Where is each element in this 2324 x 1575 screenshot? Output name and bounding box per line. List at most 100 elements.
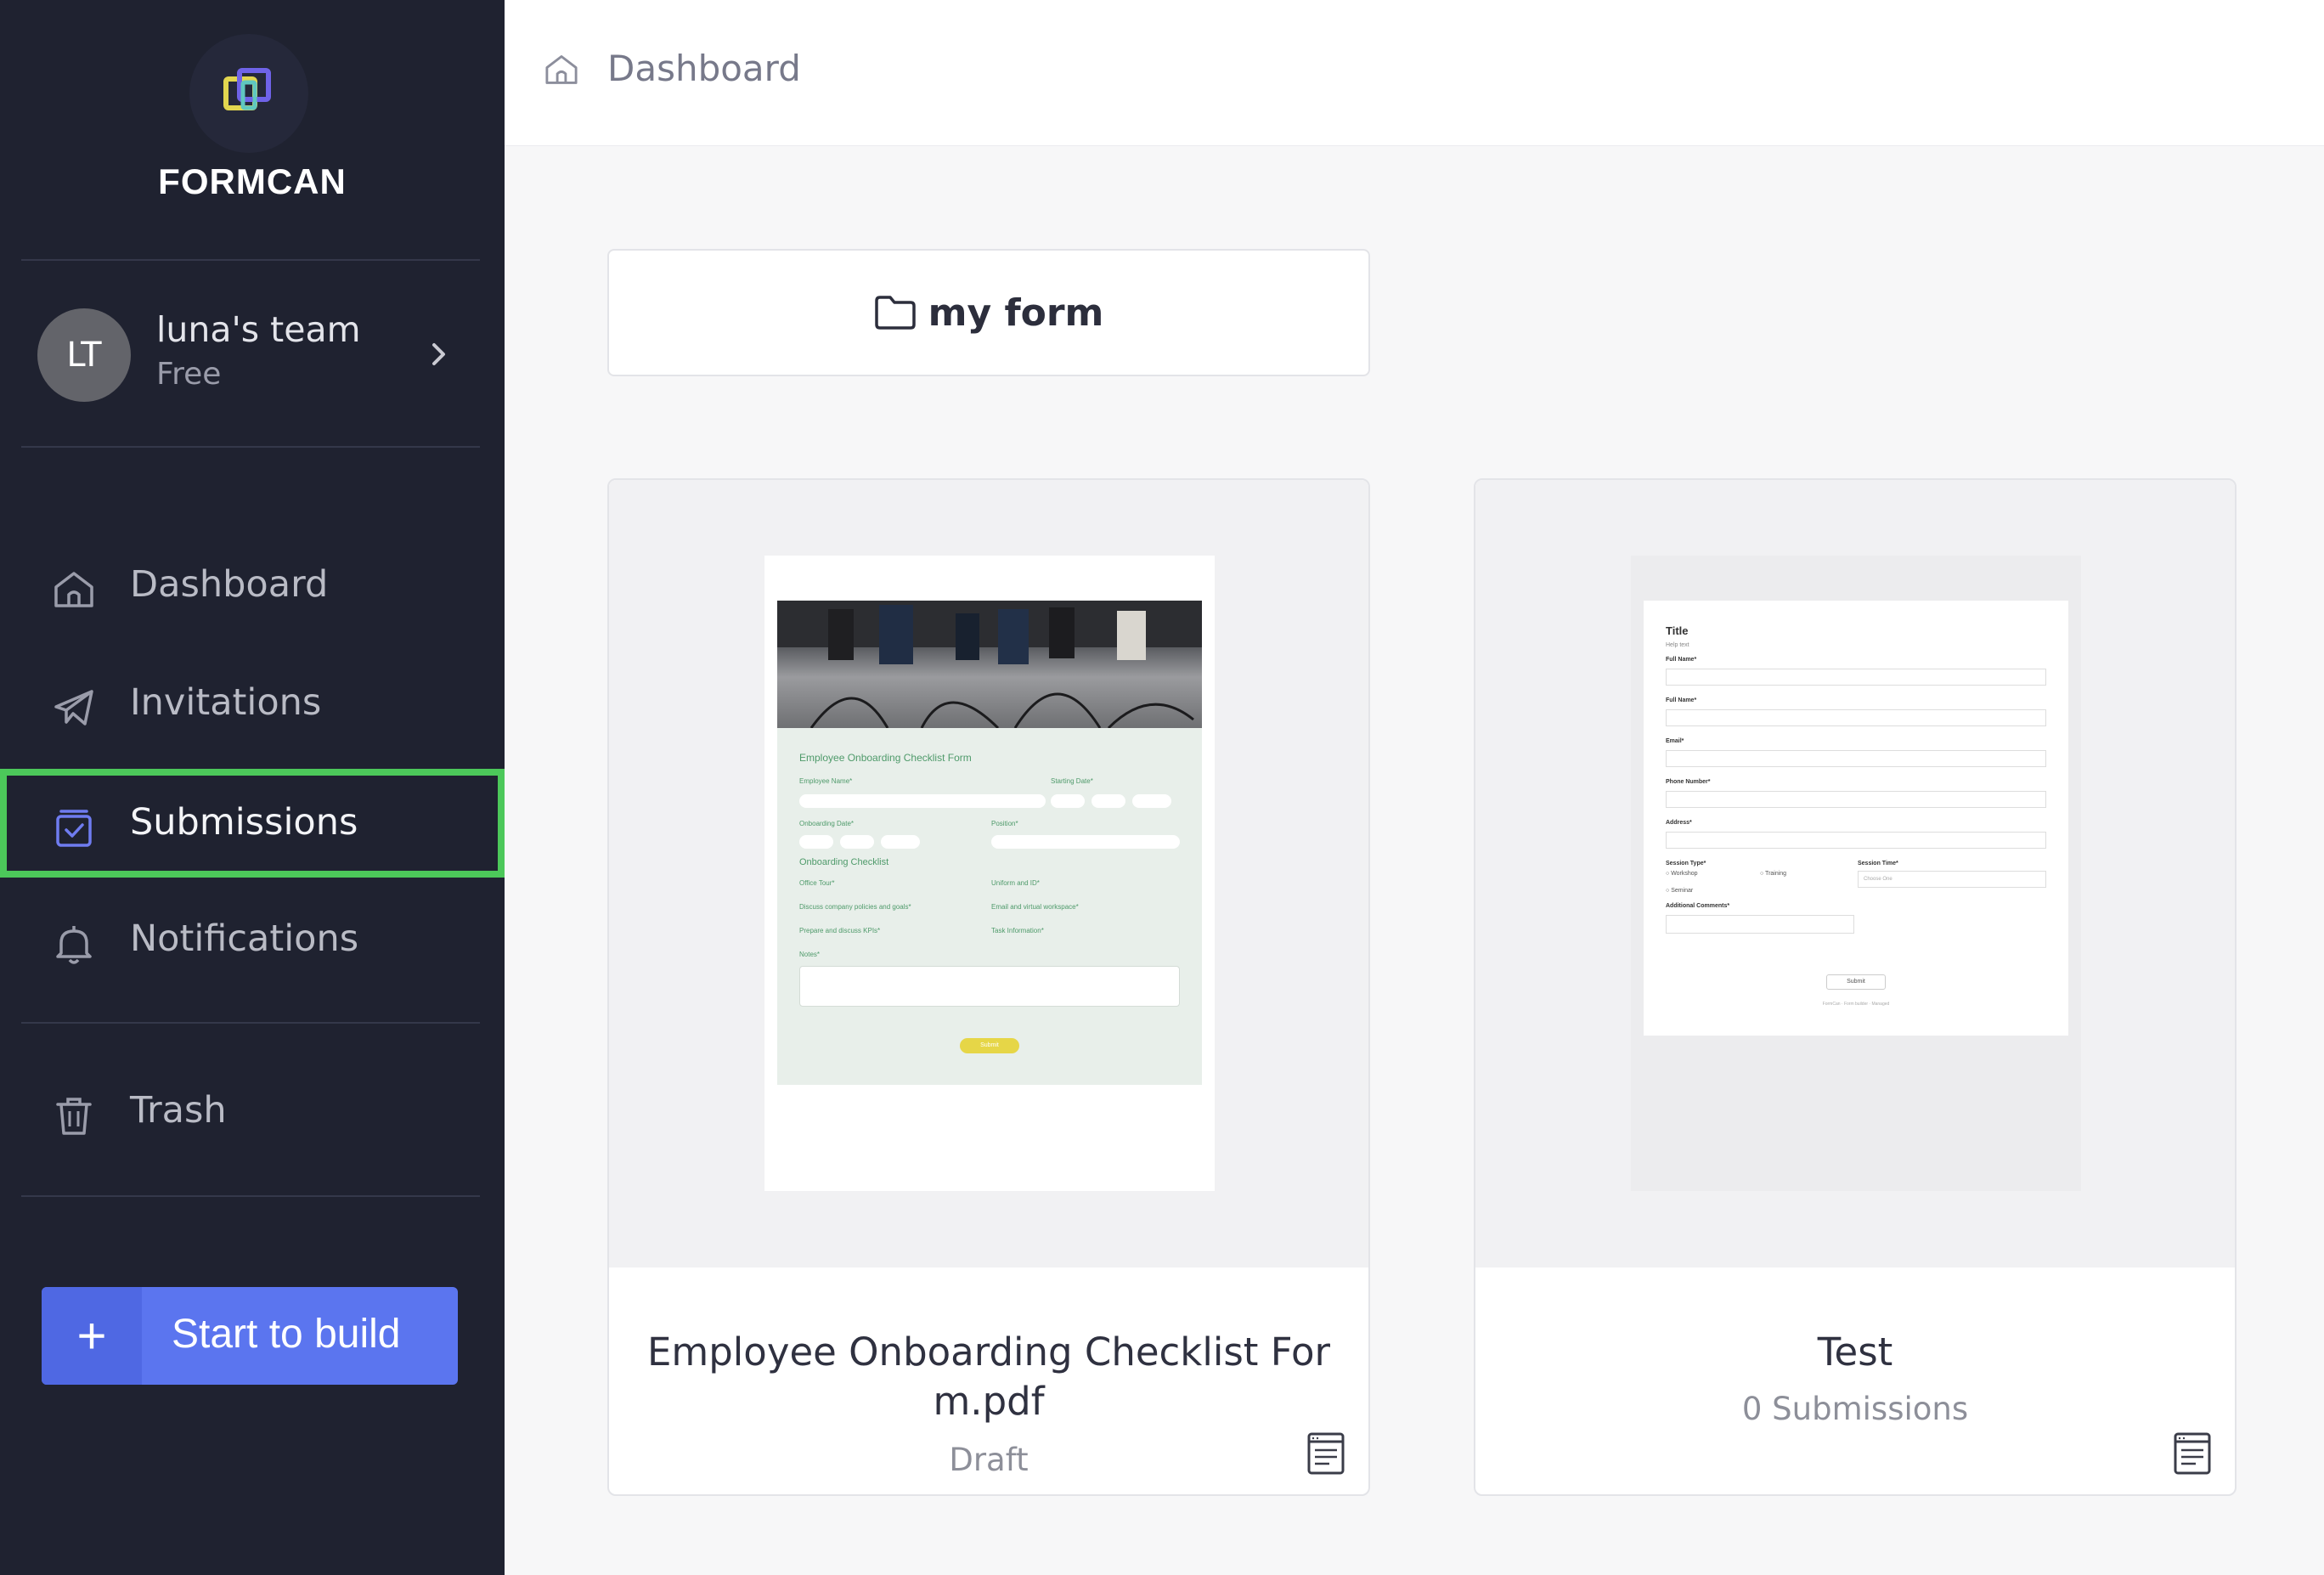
preview-form-body: Title Help text Full Name* Full Name* Em… [1644,601,2068,1036]
preview-check-item: Discuss company policies and goals* [799,903,911,911]
breadcrumb[interactable]: Dashboard [607,48,801,89]
paper-plane-icon [54,690,93,725]
preview-input [1666,750,2046,767]
start-to-build-button[interactable]: + Start to build [42,1287,458,1385]
preview-submit-button: Submit [1826,974,1886,990]
preview-field-label: Additional Comments* [1666,903,1730,909]
preview-input [1051,794,1085,808]
preview-input [1132,794,1171,808]
divider [21,259,480,261]
preview-input [799,835,833,849]
folder-label: my form [928,291,1104,335]
preview-field-label: Full Name* [1666,697,1697,703]
preview-input [991,835,1180,849]
sidebar-item-dashboard[interactable]: Dashboard [0,531,505,640]
folder-icon [874,296,916,330]
preview-input [1666,915,1854,934]
document-icon[interactable] [1306,1431,1346,1476]
form-preview[interactable]: Title Help text Full Name* Full Name* Em… [1475,480,2235,1267]
preview-radio: ○ Workshop [1666,871,1698,877]
preview-field-label: Full Name* [1666,657,1697,663]
form-card[interactable]: Title Help text Full Name* Full Name* Em… [1474,478,2237,1496]
inbox-check-icon [56,810,92,847]
sidebar: FORMCAN LT luna's team Free Dashboard In… [0,0,505,1575]
top-bar: Dashboard [505,0,2324,146]
preview-section-title: Onboarding Checklist [799,857,889,867]
preview-check-item: Office Tour* [799,879,835,887]
preview-field-label: Phone Number* [1666,779,1711,785]
divider [21,1195,480,1197]
team-name: luna's team [156,309,361,350]
form-title[interactable]: Employee Onboarding Checklist For m.pdf [635,1328,1343,1426]
preview-radio: ○ Seminar [1666,888,1694,894]
sidebar-item-trash[interactable]: Trash [0,1057,505,1166]
brand-name: FORMCAN [158,161,347,201]
sidebar-item-submissions[interactable]: Submissions [0,769,505,878]
preview-photo [777,601,1202,728]
form-status: Draft [949,1442,1029,1478]
home-icon [545,55,578,84]
sidebar-item-label: Trash [130,1089,227,1132]
sidebar-item-label: Dashboard [130,563,329,606]
form-preview[interactable]: Employee Onboarding Checklist Form Emplo… [609,480,1368,1267]
preview-field-label: Position* [991,820,1018,827]
team-switcher[interactable]: LT luna's team Free [37,306,479,408]
preview-input [1666,832,2046,849]
preview-textarea [799,966,1180,1007]
preview-input [881,835,920,849]
preview-input [1666,791,2046,808]
preview-field-label: Email* [1666,738,1684,744]
team-plan: Free [156,357,222,392]
preview-footer: FormCan · Form builder · Managed [1822,1002,1890,1007]
preview-input [1666,709,2046,726]
preview-input [799,794,1046,808]
preview-field-label: Session Type* [1666,861,1706,867]
preview-check-item: Email and virtual workspace* [991,903,1079,911]
preview-input [1091,794,1125,808]
preview-radio: ○ Training [1760,871,1787,877]
preview-sheet: Employee Onboarding Checklist Form Emplo… [764,556,1215,1191]
submission-count[interactable]: 0 Submissions [1501,1391,2209,1427]
folder-card[interactable]: my form [607,249,1370,376]
preview-form-body: Employee Onboarding Checklist Form Emplo… [777,728,1202,1085]
formcan-logo-icon [223,68,271,110]
preview-form-title: Employee Onboarding Checklist Form [799,752,972,764]
preview-field-label: Employee Name* [799,777,853,785]
preview-field-label: Notes* [799,951,821,958]
preview-form-title: Title [1666,624,1689,637]
bell-icon [56,926,92,964]
preview-field-label: Onboarding Date* [799,820,855,827]
preview-check-item: Task Information* [991,927,1044,934]
sidebar-item-label: Notifications [130,917,359,960]
preview-submit-button: Submit [960,1038,1019,1053]
preview-check-item: Prepare and discuss KPIs* [799,927,881,934]
sidebar-item-label: Submissions [130,801,358,844]
trash-icon [56,1098,92,1135]
form-title[interactable]: Test [1501,1328,2209,1377]
preview-field-label: Starting Date* [1051,777,1093,785]
logo[interactable] [189,34,308,153]
sidebar-item-notifications[interactable]: Notifications [0,885,505,994]
divider [21,446,480,448]
preview-field-label: Session Time* [1858,861,1898,867]
preview-radio-label: Seminar [1671,888,1694,894]
sidebar-item-invitations[interactable]: Invitations [0,649,505,758]
preview-sheet: Title Help text Full Name* Full Name* Em… [1631,556,2081,1191]
preview-help-text: Help text [1666,642,1689,648]
preview-input [1666,669,2046,686]
chevron-right-icon [432,343,445,365]
preview-radio-label: Training [1765,871,1787,877]
plus-icon: + [42,1287,142,1385]
sidebar-item-label: Invitations [130,681,322,724]
document-icon[interactable] [2172,1431,2213,1476]
preview-radio-label: Workshop [1671,871,1698,877]
start-to-build-label: Start to build [172,1312,401,1357]
preview-select: Choose One [1858,871,2046,888]
preview-field-label: Address* [1666,820,1692,826]
form-card[interactable]: Employee Onboarding Checklist Form Emplo… [607,478,1370,1496]
divider [21,1022,480,1024]
preview-select-value: Choose One [1864,877,1892,882]
home-icon [54,572,93,607]
avatar: LT [37,308,131,402]
preview-input [840,835,874,849]
